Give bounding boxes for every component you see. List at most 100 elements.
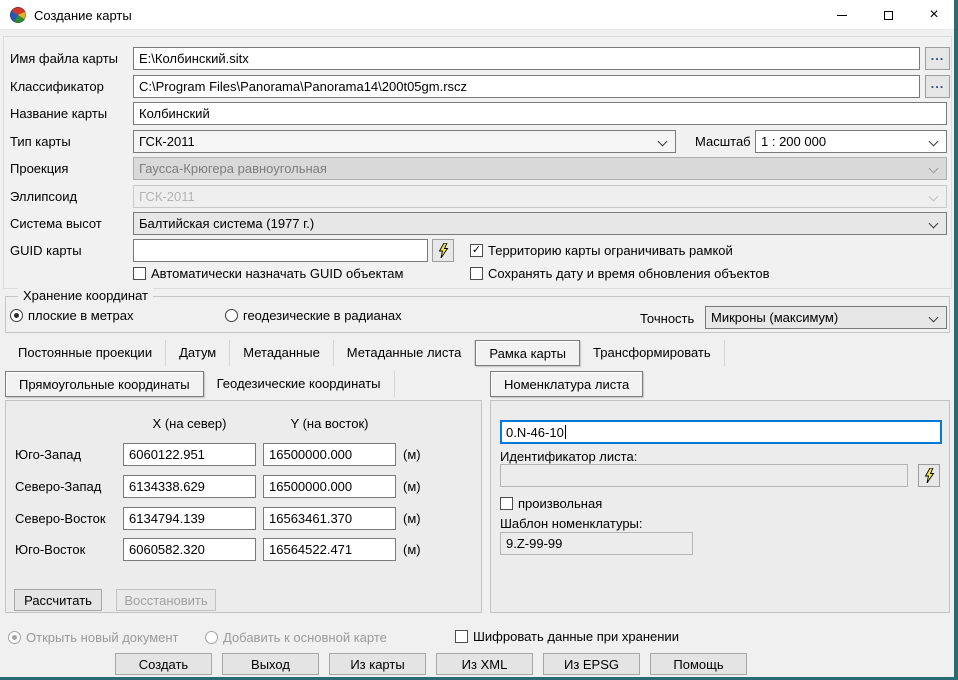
tab-constant-projections[interactable]: Постоянные проекции: [5, 340, 166, 366]
unit-label: (м): [403, 447, 421, 462]
radio-selected-icon: [10, 309, 23, 322]
guid-input[interactable]: [133, 239, 428, 262]
tab-rectangular-coords[interactable]: Прямоугольные координаты: [5, 371, 204, 397]
from-map-button[interactable]: Из карты: [329, 653, 426, 675]
projection-select: Гаусса-Крюгера равноугольная: [133, 157, 947, 180]
sheet-tab-bar: Номенклатура листа: [490, 371, 643, 397]
main-tab-bar: Постоянные проекции Датум Метаданные Мет…: [5, 340, 725, 366]
auto-guid-checkbox[interactable]: Автоматически назначать GUID объектам: [133, 266, 403, 281]
generate-guid-button[interactable]: [432, 239, 454, 262]
nomenclature-input[interactable]: 0.N-46-10: [500, 420, 942, 444]
tab-metadata[interactable]: Метаданные: [230, 340, 334, 366]
classifier-label: Классификатор: [10, 79, 104, 94]
maximize-icon: [884, 11, 893, 20]
map-name-input[interactable]: Колбинский: [133, 102, 947, 125]
precision-select[interactable]: Микроны (максимум): [705, 306, 947, 329]
help-button[interactable]: Помощь: [650, 653, 747, 675]
tab-map-frame[interactable]: Рамка карты: [475, 340, 580, 366]
corner-label-ne: Северо-Восток: [15, 511, 106, 526]
tab-geodesic-coords[interactable]: Геодезические координаты: [204, 371, 395, 397]
precision-label: Точность: [640, 311, 694, 326]
chevron-down-icon: [929, 137, 939, 147]
chevron-down-icon: [929, 313, 939, 323]
ne-y-input[interactable]: 16563461.370: [263, 507, 396, 530]
close-icon: ×: [929, 7, 938, 23]
maximize-button[interactable]: [865, 0, 911, 30]
tab-sheet-metadata[interactable]: Метаданные листа: [334, 340, 476, 366]
browse-file-button[interactable]: ...: [925, 47, 950, 70]
scale-label: Масштаб: [695, 134, 751, 149]
from-epsg-button[interactable]: Из EPSG: [543, 653, 640, 675]
minimize-icon: [837, 15, 847, 16]
lightning-icon: [924, 468, 935, 483]
sheet-id-label: Идентификатор листа:: [500, 449, 637, 464]
nw-x-input[interactable]: 6134338.629: [123, 475, 256, 498]
text-caret: [565, 425, 566, 439]
unit-label: (м): [403, 511, 421, 526]
open-new-document-radio: Открыть новый документ: [8, 630, 179, 645]
height-system-label: Система высот: [10, 216, 102, 231]
chevron-down-icon: [658, 137, 668, 147]
title-bar[interactable]: Создание карты ×: [0, 0, 954, 30]
se-x-input[interactable]: 6060582.320: [123, 538, 256, 561]
projection-label: Проекция: [10, 161, 68, 176]
corner-label-se: Юго-Восток: [15, 542, 85, 557]
tab-sheet-nomenclature[interactable]: Номенклатура листа: [490, 371, 643, 397]
close-button[interactable]: ×: [911, 0, 957, 30]
file-name-input[interactable]: E:\Колбинский.sitx: [133, 47, 920, 70]
tab-datum[interactable]: Датум: [166, 340, 230, 366]
file-name-label: Имя файла карты: [10, 51, 118, 66]
checked-box-icon: ✓: [470, 244, 483, 257]
unchecked-box-icon: [133, 267, 146, 280]
lightning-icon: [438, 243, 449, 258]
guid-label: GUID карты: [10, 243, 82, 258]
calculate-button[interactable]: Рассчитать: [14, 589, 102, 611]
save-datetime-checkbox[interactable]: Сохранять дату и время обновления объект…: [470, 266, 770, 281]
encrypt-data-checkbox[interactable]: Шифровать данные при хранении: [455, 629, 679, 644]
storage-group-legend: Хранение координат: [18, 288, 153, 303]
minimize-button[interactable]: [819, 0, 865, 30]
radio-unselected-icon: [225, 309, 238, 322]
y-column-header: Y (на восток): [263, 416, 396, 431]
radio-unselected-icon: [205, 631, 218, 644]
chevron-down-icon: [929, 164, 939, 174]
nomenclature-template-label: Шаблон номенклатуры:: [500, 516, 643, 531]
exit-button[interactable]: Выход: [222, 653, 319, 675]
nw-y-input[interactable]: 16500000.000: [263, 475, 396, 498]
ellipsoid-label: Эллипсоид: [10, 189, 77, 204]
corner-label-sw: Юго-Запад: [15, 447, 81, 462]
scale-select[interactable]: 1 : 200 000: [755, 130, 947, 153]
from-xml-button[interactable]: Из XML: [436, 653, 533, 675]
restore-button: Восстановить: [116, 589, 216, 611]
sw-x-input[interactable]: 6060122.951: [123, 443, 256, 466]
map-type-select[interactable]: ГСК-2011: [133, 130, 676, 153]
classifier-input[interactable]: C:\Program Files\Panorama\Panorama14\200…: [133, 75, 920, 98]
chevron-down-icon: [929, 219, 939, 229]
height-system-select[interactable]: Балтийская система (1977 г.): [133, 212, 947, 235]
se-y-input[interactable]: 16564522.471: [263, 538, 396, 561]
footer-button-bar: Создать Выход Из карты Из XML Из EPSG По…: [115, 653, 747, 675]
limit-frame-checkbox[interactable]: ✓Территорию карты ограничивать рамкой: [470, 243, 733, 258]
map-type-label: Тип карты: [10, 134, 71, 149]
arbitrary-checkbox[interactable]: произвольная: [500, 496, 602, 511]
unit-label: (м): [403, 479, 421, 494]
flat-meters-radio[interactable]: плоские в метрах: [10, 308, 133, 323]
nomenclature-template-input: 9.Z-99-99: [500, 532, 693, 555]
tab-transform[interactable]: Трансформировать: [580, 340, 725, 366]
ellipsoid-select: ГСК-2011: [133, 185, 947, 208]
unchecked-box-icon: [455, 630, 468, 643]
panorama-app-icon: [10, 7, 26, 23]
unit-label: (м): [403, 542, 421, 557]
add-to-main-map-radio: Добавить к основной карте: [205, 630, 387, 645]
generate-sheet-id-button[interactable]: [918, 464, 940, 487]
ne-x-input[interactable]: 6134794.139: [123, 507, 256, 530]
geodesic-radians-radio[interactable]: геодезические в радианах: [225, 308, 402, 323]
create-button[interactable]: Создать: [115, 653, 212, 675]
sw-y-input[interactable]: 16500000.000: [263, 443, 396, 466]
window-title: Создание карты: [34, 8, 132, 23]
x-column-header: X (на север): [123, 416, 256, 431]
unchecked-box-icon: [500, 497, 513, 510]
radio-selected-icon: [8, 631, 21, 644]
sheet-id-input: [500, 464, 908, 487]
browse-classifier-button[interactable]: ...: [925, 75, 950, 98]
